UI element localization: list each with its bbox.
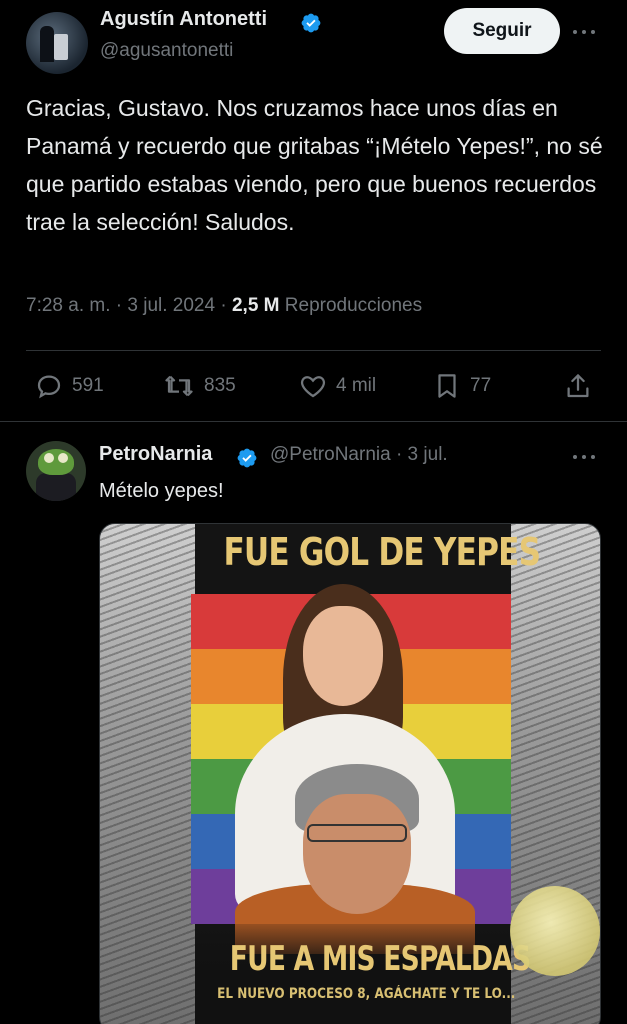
- tweet-date[interactable]: 3 jul. 2024: [127, 295, 215, 316]
- views-label: Reproducciones: [284, 295, 423, 316]
- seal-watermark: [510, 886, 600, 976]
- tweet-time[interactable]: 7:28 a. m.: [26, 295, 111, 316]
- like-icon: [300, 376, 326, 398]
- reply-button[interactable]: 591: [34, 370, 104, 402]
- poster-subtitle: FUE A MIS ESPALDAS: [229, 939, 531, 979]
- poster-image: FUE GOL DE YEPES FUE A MIS ESPALDAS EL N…: [191, 524, 541, 1024]
- follow-button[interactable]: Seguir: [444, 8, 560, 54]
- verified-badge-icon: [301, 13, 321, 33]
- reply-author-display-name[interactable]: PetroNarnia: [99, 443, 212, 466]
- meta-separator: ·: [115, 295, 123, 316]
- bookmark-button[interactable]: 77: [432, 370, 491, 402]
- reply-icon: [37, 375, 61, 399]
- tweet-text: Gracias, Gustavo. Nos cruzamos hace unos…: [26, 95, 603, 235]
- verified-badge-icon: [237, 448, 257, 468]
- tweet-meta: 7:28 a. m. · 3 jul. 2024 · 2,5 M Reprodu…: [26, 295, 422, 317]
- poster-title: FUE GOL DE YEPES: [223, 530, 541, 574]
- author-handle[interactable]: @agusantonetti: [100, 40, 233, 62]
- author-avatar[interactable]: [26, 12, 88, 74]
- reply-media-image[interactable]: FUE GOL DE YEPES FUE A MIS ESPALDAS EL N…: [99, 523, 601, 1024]
- views-count[interactable]: 2,5 M: [232, 295, 280, 316]
- meta-separator: ·: [220, 295, 227, 316]
- share-icon: [567, 374, 589, 398]
- like-button[interactable]: 4 mil: [298, 370, 376, 402]
- retweet-icon: [165, 375, 193, 397]
- like-count: 4 mil: [336, 375, 377, 396]
- reply-text: Mételo yepes!: [99, 480, 224, 502]
- bookmark-count: 77: [470, 375, 492, 396]
- reply-count: 591: [72, 375, 104, 396]
- reply-tweet: PetroNarnia @PetroNarnia · 3 jul. Mételo…: [0, 423, 627, 1024]
- retweet-count: 835: [204, 375, 236, 396]
- more-options-icon[interactable]: [570, 447, 598, 467]
- author-display-name[interactable]: Agustín Antonetti: [100, 8, 267, 31]
- reply-author-avatar[interactable]: [26, 441, 86, 501]
- more-options-icon[interactable]: [570, 22, 598, 42]
- reply-author-handle-date[interactable]: @PetroNarnia · 3 jul.: [270, 444, 448, 466]
- poster-caption: EL NUEVO PROCESO 8, AGÁCHATE Y TE LO...: [217, 986, 516, 1002]
- share-button[interactable]: [563, 370, 593, 402]
- retweet-button[interactable]: 835: [162, 370, 236, 402]
- bookmark-icon: [438, 374, 456, 398]
- main-tweet: Agustín Antonetti @agusantonetti Seguir …: [0, 0, 627, 422]
- divider: [26, 350, 601, 351]
